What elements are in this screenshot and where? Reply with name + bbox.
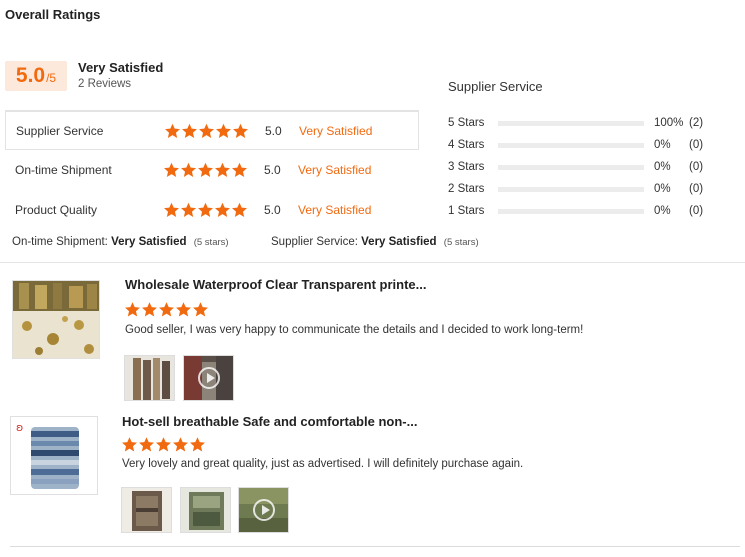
star-icon bbox=[231, 161, 248, 178]
review-text: Very lovely and great quality, just as a… bbox=[122, 458, 524, 470]
distribution-row: 5 Stars 100% (2) bbox=[448, 116, 738, 130]
distribution-label: 2 Stars bbox=[448, 183, 485, 195]
distribution-percent: 0% bbox=[654, 161, 671, 173]
distribution-row: 4 Stars 0% (0) bbox=[448, 138, 738, 152]
rating-verdict: Very Satisfied bbox=[298, 202, 372, 217]
rating-value: 5.0 bbox=[265, 123, 282, 138]
overall-score: 5.0 bbox=[15, 64, 46, 87]
review-count: 2 Reviews bbox=[78, 78, 132, 90]
distribution-bar bbox=[498, 186, 644, 192]
star-icon bbox=[138, 436, 155, 453]
section-title: Overall Ratings bbox=[5, 7, 101, 22]
summary-verdict: Very Satisfied bbox=[361, 236, 437, 248]
rating-label: Supplier Service bbox=[16, 123, 104, 138]
rating-stars bbox=[163, 201, 248, 218]
star-icon bbox=[163, 161, 180, 178]
distribution-row: 3 Stars 0% (0) bbox=[448, 160, 738, 174]
distribution-percent: 0% bbox=[654, 139, 671, 151]
review-product-title[interactable]: Hot-sell breathable Safe and comfortable… bbox=[122, 414, 417, 429]
distribution-bar bbox=[498, 208, 644, 214]
star-icon bbox=[121, 436, 138, 453]
rating-row-product-quality: Product Quality 5.0 Very Satisfied bbox=[5, 190, 419, 229]
play-icon bbox=[252, 499, 275, 521]
star-icon bbox=[198, 122, 215, 139]
distribution-label: 5 Stars bbox=[448, 117, 485, 129]
section-divider bbox=[10, 546, 740, 547]
rating-stars bbox=[163, 161, 248, 178]
rating-label: On-time Shipment bbox=[15, 162, 112, 177]
overall-score-max: /5 bbox=[46, 71, 57, 85]
review-stars bbox=[124, 301, 209, 318]
star-icon bbox=[163, 201, 180, 218]
distribution-label: 1 Stars bbox=[448, 205, 485, 217]
star-icon bbox=[192, 301, 209, 318]
summary-label: On-time Shipment: bbox=[12, 236, 108, 248]
star-icon bbox=[180, 161, 197, 178]
rating-verdict: Very Satisfied bbox=[299, 123, 373, 138]
distribution-count: (0) bbox=[689, 139, 704, 151]
review-video[interactable] bbox=[183, 355, 234, 401]
product-thumbnail[interactable] bbox=[12, 280, 100, 359]
star-icon bbox=[175, 301, 192, 318]
star-icon bbox=[124, 301, 141, 318]
distribution-count: (0) bbox=[689, 183, 704, 195]
distribution-label: 4 Stars bbox=[448, 139, 485, 151]
summary-verdict: Very Satisfied bbox=[111, 236, 187, 248]
star-icon bbox=[214, 201, 231, 218]
distribution-title: Supplier Service bbox=[448, 79, 543, 94]
summary-note: (5 stars) bbox=[193, 237, 229, 248]
distribution-bar bbox=[498, 120, 644, 126]
distribution-row: 2 Stars 0% (0) bbox=[448, 182, 738, 196]
rating-value: 5.0 bbox=[264, 202, 281, 217]
star-icon bbox=[197, 161, 214, 178]
star-icon bbox=[181, 122, 198, 139]
star-icon bbox=[155, 436, 172, 453]
star-icon bbox=[158, 301, 175, 318]
star-icon bbox=[164, 122, 181, 139]
star-icon bbox=[172, 436, 189, 453]
review-photo[interactable] bbox=[124, 355, 175, 401]
distribution-percent: 0% bbox=[654, 205, 671, 217]
distribution-bar bbox=[498, 164, 644, 170]
star-icon bbox=[197, 201, 214, 218]
star-icon bbox=[232, 122, 249, 139]
summary-label: Supplier Service: bbox=[271, 236, 358, 248]
distribution-percent: 0% bbox=[654, 183, 671, 195]
star-icon bbox=[180, 201, 197, 218]
summary-note: (5 stars) bbox=[443, 237, 479, 248]
star-icon bbox=[231, 201, 248, 218]
distribution-percent: 100% bbox=[654, 117, 684, 129]
distribution-bar bbox=[498, 142, 644, 148]
rating-value: 5.0 bbox=[264, 162, 281, 177]
rating-row-supplier-service: Supplier Service 5.0 Very Satisfied bbox=[5, 111, 419, 150]
overall-score-badge: 5.0 /5 bbox=[5, 61, 67, 91]
overall-verdict: Very Satisfied bbox=[78, 60, 164, 75]
distribution-count: (0) bbox=[689, 161, 704, 173]
distribution-label: 3 Stars bbox=[448, 161, 485, 173]
rating-row-on-time-shipment: On-time Shipment 5.0 Very Satisfied bbox=[5, 150, 419, 189]
review-text: Good seller, I was very happy to communi… bbox=[125, 324, 584, 336]
rating-label: Product Quality bbox=[15, 202, 98, 217]
review-product-title[interactable]: Wholesale Waterproof Clear Transparent p… bbox=[125, 277, 426, 292]
review-photo[interactable] bbox=[121, 487, 172, 533]
play-icon bbox=[197, 367, 220, 389]
review-stars bbox=[121, 436, 206, 453]
rating-stars bbox=[164, 122, 249, 139]
distribution-row: 1 Stars 0% (0) bbox=[448, 204, 738, 218]
distribution-count: (0) bbox=[689, 205, 704, 217]
review-photo[interactable] bbox=[180, 487, 231, 533]
star-icon bbox=[215, 122, 232, 139]
summary-on-time-shipment: On-time Shipment: Very Satisfied (5 star… bbox=[12, 236, 229, 248]
svg-text:ʚ: ʚ bbox=[16, 421, 23, 434]
star-icon bbox=[189, 436, 206, 453]
rating-verdict: Very Satisfied bbox=[298, 162, 372, 177]
section-divider bbox=[0, 262, 745, 263]
star-icon bbox=[214, 161, 231, 178]
summary-supplier-service: Supplier Service: Very Satisfied (5 star… bbox=[271, 236, 479, 248]
distribution-count: (2) bbox=[689, 117, 704, 129]
star-icon bbox=[141, 301, 158, 318]
product-thumbnail[interactable]: ʚ bbox=[10, 416, 98, 495]
review-video[interactable] bbox=[238, 487, 289, 533]
